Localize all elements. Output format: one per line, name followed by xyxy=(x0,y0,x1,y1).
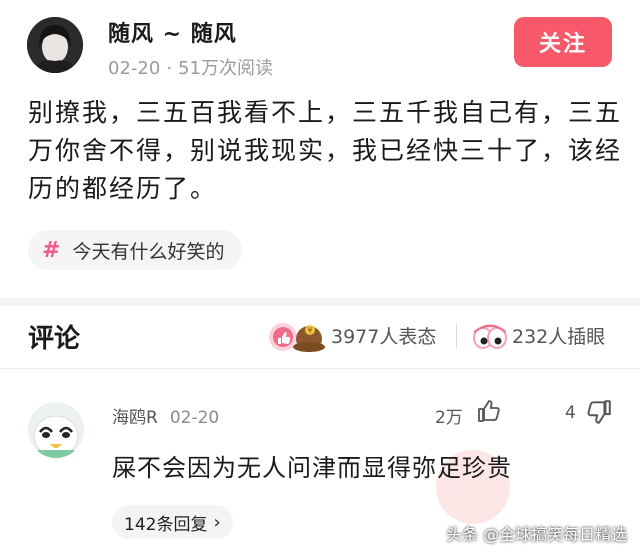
post-card: 随风 ~ 随风 02-20 · 51万次阅读 关注 别撩我，三五百我看不上，三五千我… xyxy=(0,0,640,298)
thumbs-up-icon[interactable] xyxy=(476,398,502,424)
dislike-count: 4 xyxy=(565,403,576,423)
comments-title: 评论 xyxy=(28,324,81,354)
thumbs-down-icon[interactable] xyxy=(585,398,613,426)
topic-label: 今天有什么好笑的 xyxy=(72,240,225,263)
replies-label: 142条回复 xyxy=(124,514,208,535)
comment-date: 02-20 xyxy=(169,408,220,428)
seagull-face-icon xyxy=(28,402,84,458)
author-name[interactable]: 随风 ~ 随风 xyxy=(108,16,237,48)
view-replies-button[interactable]: 142条回复 › xyxy=(112,505,233,539)
read-count: 51万次阅读 xyxy=(178,58,273,79)
post-content: 别撩我，三五百我看不上，三五千我自己有，三五万你舍不得，别说我现实，我已经快三十… xyxy=(28,98,623,203)
avatar-portrait-icon xyxy=(27,17,83,73)
hashtag-icon: # xyxy=(42,237,61,263)
reaction-count[interactable]: 3977人表态 xyxy=(331,322,436,349)
comment-meta: 海鸥R 02-20 xyxy=(112,403,219,428)
header-bottom-line xyxy=(0,368,640,369)
svg-text:¥: ¥ xyxy=(307,326,312,335)
follow-button[interactable]: 关注 xyxy=(514,17,612,67)
eyes-icon[interactable] xyxy=(472,323,508,351)
watermark: 头条 @全球搞笑每日精选 xyxy=(446,525,628,544)
gawk-count[interactable]: 232人插眼 xyxy=(512,322,605,349)
topic-tag[interactable]: # 今天有什么好笑的 xyxy=(28,230,243,270)
commenter-avatar[interactable] xyxy=(28,402,84,458)
comments-header: 评论 ¥ 3977人表态 232人插眼 xyxy=(0,306,640,368)
reaction-emoji-icon[interactable]: ¥ xyxy=(268,321,326,353)
post-meta: 02-20 · 51万次阅读 xyxy=(108,54,273,80)
commenter-name[interactable]: 海鸥R xyxy=(112,408,158,428)
chevron-right-icon: › xyxy=(213,511,221,533)
author-avatar[interactable] xyxy=(27,17,83,73)
meta-separator: · xyxy=(166,58,173,79)
header-separator xyxy=(456,324,457,348)
section-divider xyxy=(0,298,640,306)
like-count: 2万 xyxy=(435,408,463,428)
comment-text: 屎不会因为无人问津而显得弥足珍贵 xyxy=(112,454,512,482)
post-date: 02-20 xyxy=(108,58,161,79)
